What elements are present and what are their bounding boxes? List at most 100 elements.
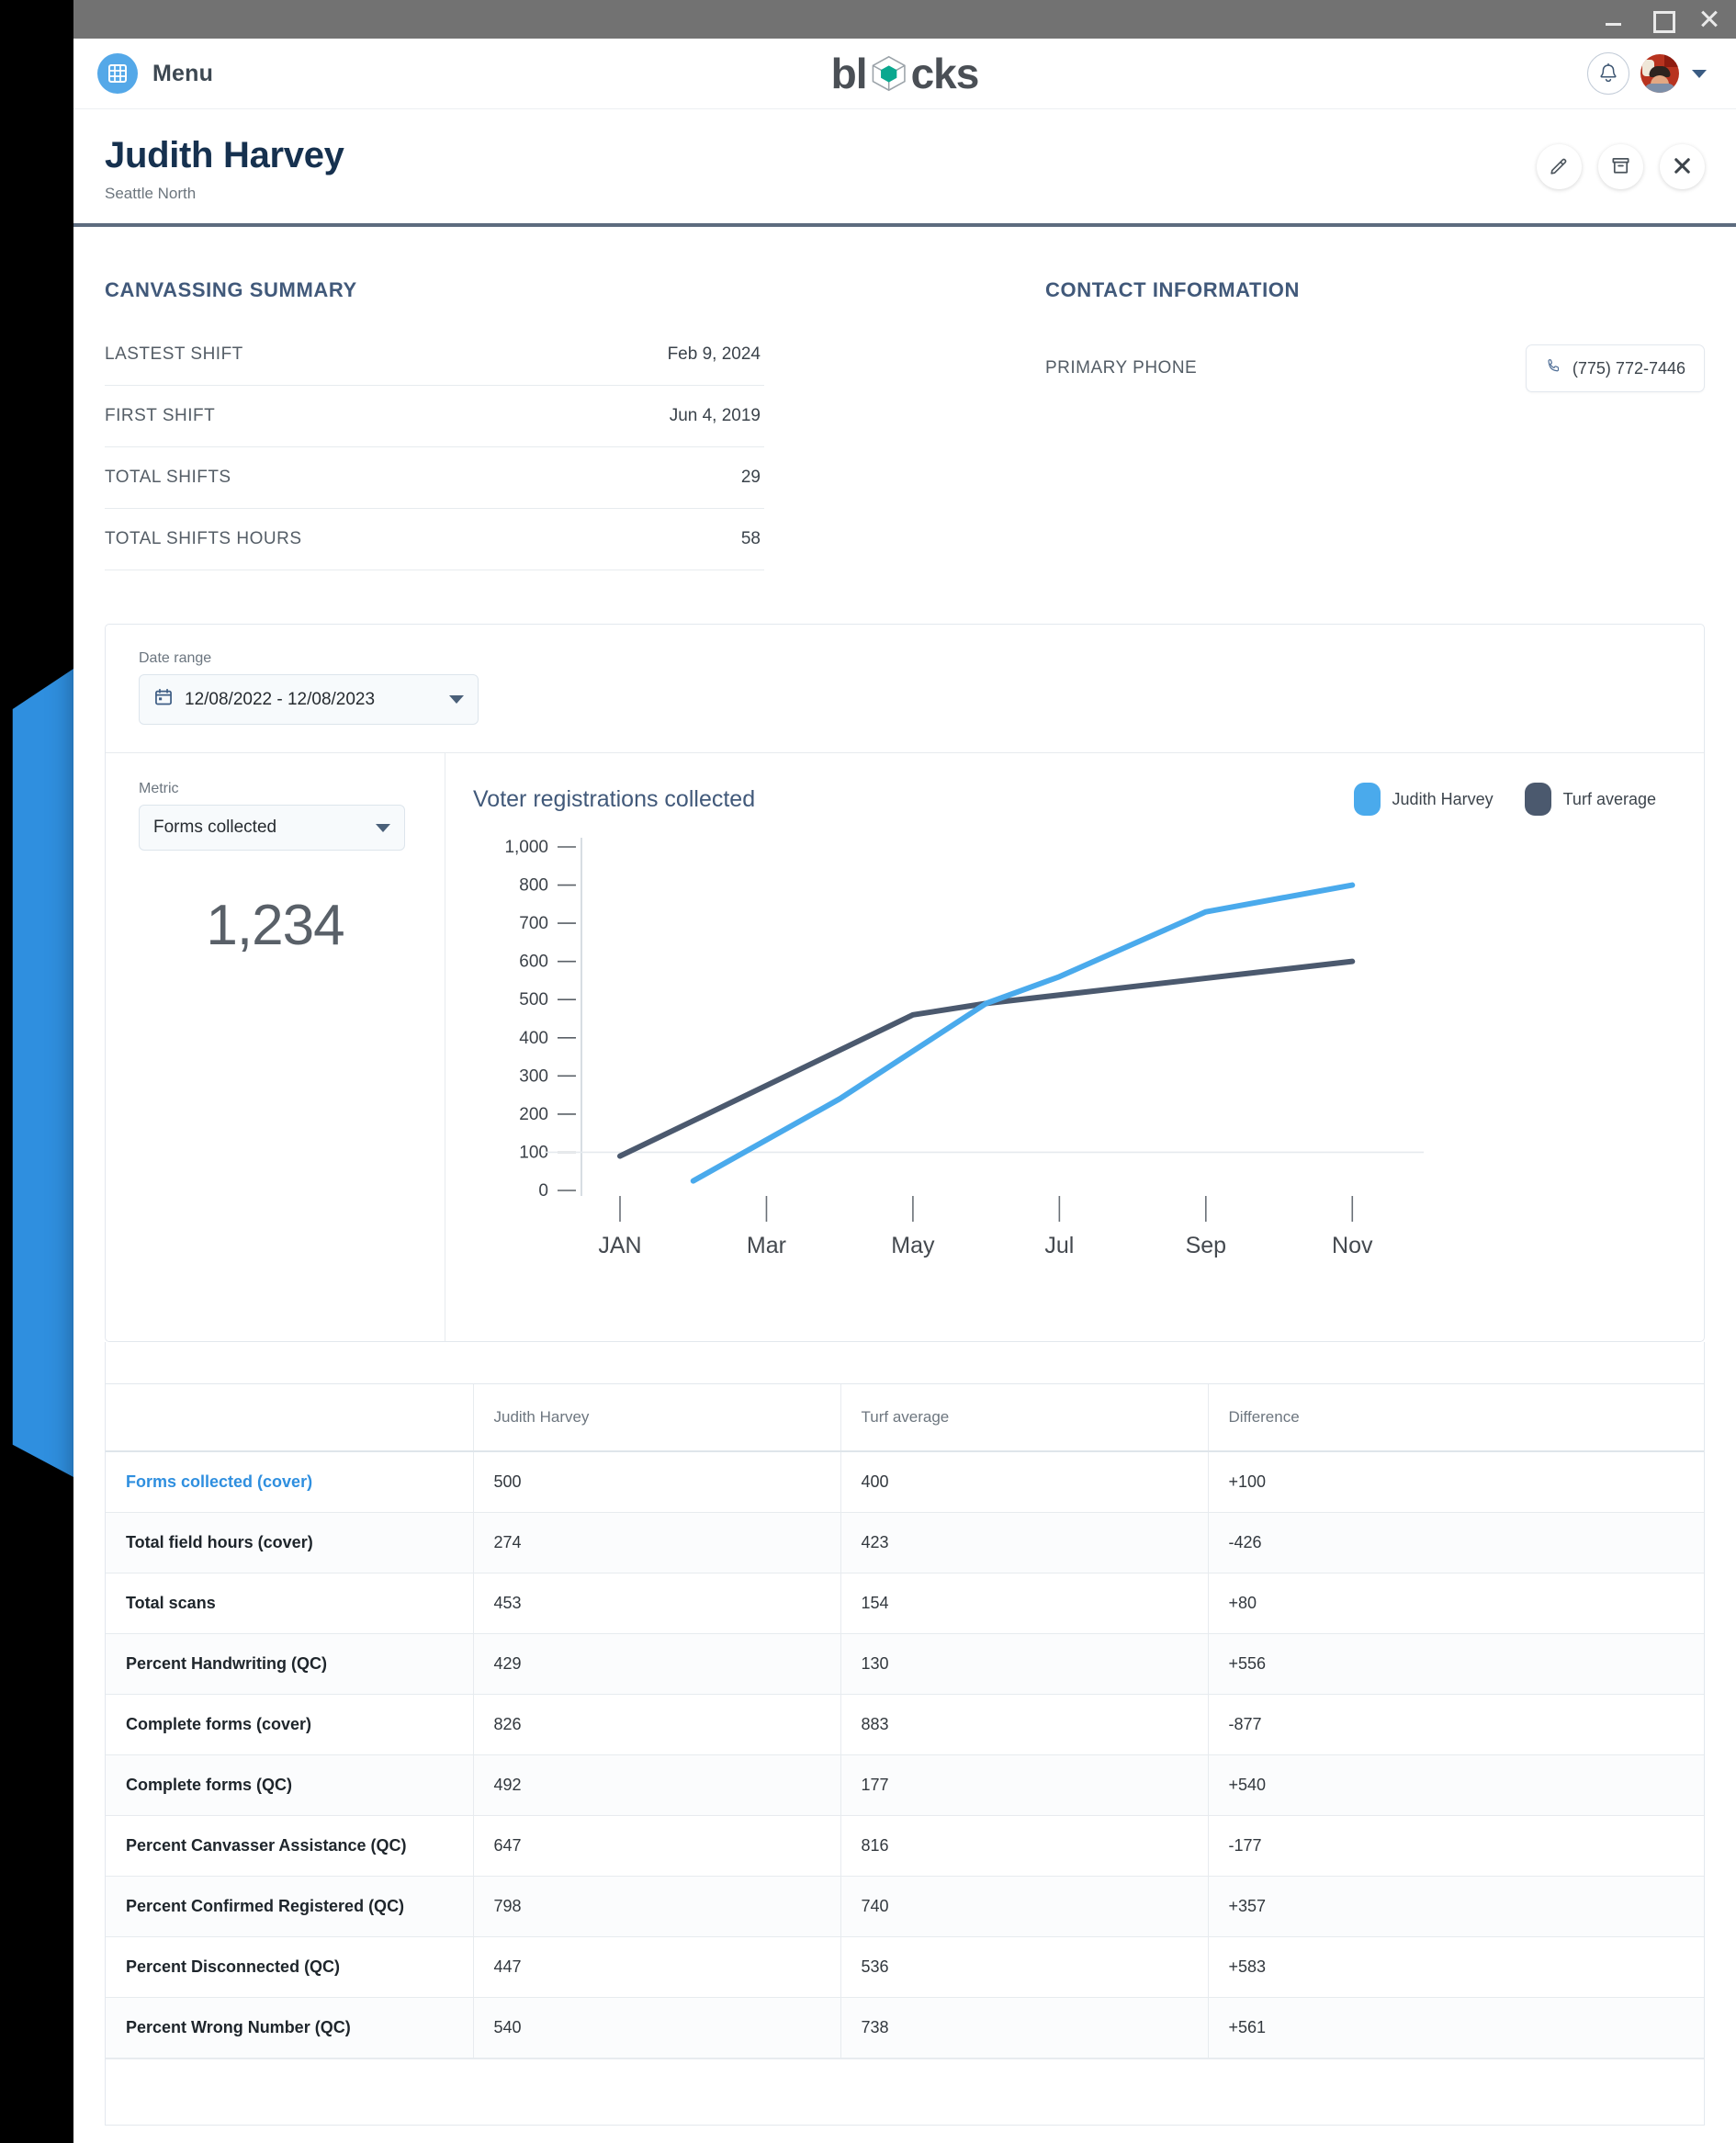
window-close-button[interactable] (1697, 7, 1721, 31)
svg-text:700: 700 (519, 914, 548, 933)
metric-select[interactable]: Forms collected (139, 805, 405, 851)
chevron-down-icon[interactable] (1692, 69, 1707, 78)
svg-text:1,000: 1,000 (504, 838, 548, 857)
row-metric-label: Complete forms (QC) (106, 1754, 474, 1816)
row-judith-harvey-value: 798 (473, 1876, 841, 1937)
bell-icon[interactable] (1587, 52, 1629, 95)
svg-text:Nov: Nov (1332, 1233, 1373, 1258)
summary-value: 58 (740, 529, 761, 548)
svg-text:400: 400 (519, 1029, 548, 1048)
user-avatar[interactable] (1640, 54, 1679, 93)
primary-phone-button[interactable]: (775) 772-7446 (1525, 344, 1705, 392)
comparison-table-container: Judith Harvey Turf average Difference Fo… (105, 1384, 1705, 2126)
table-row: Forms collected (cover) 500 400 +100 (106, 1451, 1704, 1513)
calendar-icon (153, 687, 174, 712)
row-difference-value: +583 (1208, 1936, 1704, 1998)
metric-label: Metric (139, 781, 179, 796)
row-metric-label: Percent Confirmed Registered (QC) (106, 1876, 474, 1937)
svg-text:Sep: Sep (1186, 1233, 1226, 1258)
header-judith-harvey: Judith Harvey (473, 1384, 841, 1452)
summary-row-total-shift-hours: TOTAL SHIFTS HOURS 58 (105, 509, 764, 570)
date-range-label: Date range (139, 650, 212, 666)
line-chart: 0 100 200 300 400 500 600 700 800 1,000 JAN Mar May J… (473, 834, 1667, 1270)
caret-down-icon (449, 695, 464, 704)
svg-text:JAN: JAN (598, 1233, 641, 1258)
page-subtitle: Seattle North (105, 185, 197, 202)
table-row: Percent Disconnected (QC) 447 536 +583 (106, 1936, 1704, 1998)
row-metric-label[interactable]: Forms collected (cover) (106, 1451, 474, 1513)
window-maximize-button[interactable] (1650, 7, 1675, 33)
row-difference-value: -877 (1208, 1694, 1704, 1755)
summary-row-first-shift: FIRST SHIFT Jun 4, 2019 (105, 386, 764, 447)
primary-phone-value: (775) 772-7446 (1572, 358, 1685, 378)
contact-information-title: CONTACT INFORMATION (1045, 278, 1300, 301)
primary-phone-label: PRIMARY PHONE (1045, 358, 1198, 378)
table-bottom-spacer (106, 2058, 1704, 2125)
canvassing-summary-section: CANVASSING SUMMARY LASTEST SHIFT Feb 9, … (105, 278, 764, 570)
summary-row-total-shifts: TOTAL SHIFTS 29 (105, 447, 764, 509)
svg-text:Jul: Jul (1044, 1233, 1074, 1258)
primary-phone-row: PRIMARY PHONE (775) 772-7446 (1045, 324, 1705, 392)
table-row: Percent Wrong Number (QC) 540 738 +561 (106, 1997, 1704, 2058)
row-difference-value: +556 (1208, 1633, 1704, 1695)
date-range-value: 12/08/2022 - 12/08/2023 (185, 689, 376, 709)
archive-button[interactable] (1598, 144, 1643, 189)
row-difference-value: +100 (1208, 1451, 1704, 1513)
date-range-select[interactable]: 12/08/2022 - 12/08/2023 (139, 674, 479, 725)
close-button[interactable] (1660, 144, 1705, 189)
window-titlebar (73, 0, 1736, 39)
legend-item-judith-harvey[interactable]: Judith Harvey (1353, 783, 1494, 816)
svg-text:200: 200 (519, 1105, 548, 1124)
logo-text-before: bl (830, 50, 868, 97)
header-turf-average: Turf average (840, 1384, 1209, 1452)
metric-value: Forms collected (153, 818, 277, 837)
row-metric-label: Percent Handwriting (QC) (106, 1633, 474, 1695)
table-row: Percent Handwriting (QC) 429 130 +556 (106, 1633, 1704, 1695)
row-judith-harvey-value: 453 (473, 1573, 841, 1634)
table-top-spacer (105, 1342, 1705, 1384)
row-difference-value: -177 (1208, 1815, 1704, 1877)
edit-button[interactable] (1537, 144, 1582, 189)
pencil-icon (1549, 155, 1570, 179)
close-x-icon (1672, 155, 1693, 179)
row-metric-label: Percent Canvasser Assistance (QC) (106, 1815, 474, 1877)
row-turf-average-value: 883 (840, 1694, 1209, 1755)
legend-swatch (1353, 783, 1381, 816)
row-difference-value: +357 (1208, 1876, 1704, 1937)
page-content: CANVASSING SUMMARY LASTEST SHIFT Feb 9, … (73, 227, 1736, 2126)
row-metric-label: Percent Wrong Number (QC) (106, 1997, 474, 2058)
legend-label: Judith Harvey (1392, 789, 1494, 808)
summary-label: TOTAL SHIFTS HOURS (105, 529, 302, 548)
decorative-blue-panel (12, 669, 73, 1477)
table-row: Total field hours (cover) 274 423 -426 (106, 1512, 1704, 1573)
chart-title: Voter registrations collected (473, 785, 756, 812)
row-judith-harvey-value: 274 (473, 1512, 841, 1573)
application-window: Menu bl cks Judith Harvey Seattle North … (73, 0, 1736, 2143)
comparison-table: Judith Harvey Turf average Difference Fo… (106, 1384, 1704, 2058)
legend-item-turf-average[interactable]: Turf average (1524, 783, 1656, 816)
summary-value: 29 (740, 468, 761, 487)
row-difference-value: +80 (1208, 1573, 1704, 1634)
row-difference-value: +561 (1208, 1997, 1704, 2058)
header-right-controls (1587, 52, 1707, 95)
row-judith-harvey-value: 540 (473, 1997, 841, 2058)
row-turf-average-value: 816 (840, 1815, 1209, 1877)
logo-text-after: cks (910, 50, 980, 97)
row-judith-harvey-value: 826 (473, 1694, 841, 1755)
phone-icon (1545, 357, 1562, 379)
caret-down-icon (376, 823, 390, 832)
svg-text:May: May (891, 1233, 935, 1258)
menu-button[interactable]: Menu (97, 53, 213, 94)
page-title: Judith Harvey (105, 135, 344, 175)
summary-label: TOTAL SHIFTS (105, 468, 231, 487)
date-range-area: Date range 12/08/2022 - 12/08/2023 (106, 625, 1704, 753)
table-row: Percent Confirmed Registered (QC) 798 740 +… (106, 1876, 1704, 1937)
table-head: Judith Harvey Turf average Difference (106, 1384, 1704, 1452)
svg-text:600: 600 (519, 953, 548, 972)
window-minimize-button[interactable] (1602, 7, 1626, 31)
table-header-row: Judith Harvey Turf average Difference (106, 1384, 1704, 1452)
summary-label: FIRST SHIFT (105, 406, 216, 425)
row-turf-average-value: 536 (840, 1936, 1209, 1998)
table-row: Percent Canvasser Assistance (QC) 647 816-… (106, 1815, 1704, 1877)
row-turf-average-value: 400 (840, 1451, 1209, 1513)
